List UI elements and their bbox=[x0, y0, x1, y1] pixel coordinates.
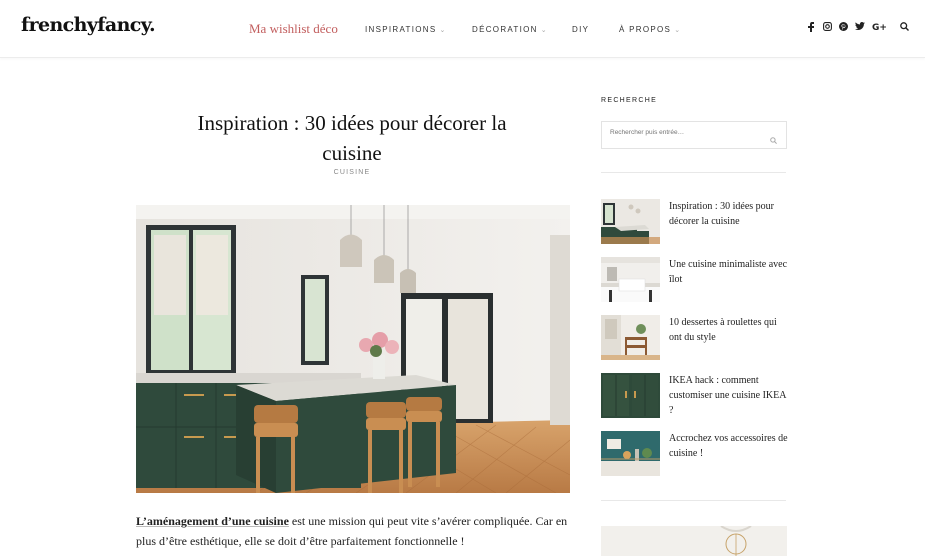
sidebar-divider bbox=[601, 172, 786, 173]
title-line-1: Inspiration : 30 idées pour décorer la bbox=[197, 111, 507, 135]
site-header: frenchyfancy. Ma wishlist déco INSPIRATI… bbox=[0, 0, 925, 58]
post-title[interactable]: Accrochez vos accessoires de cuisine ! bbox=[669, 431, 789, 461]
post-thumbnail[interactable] bbox=[601, 315, 660, 360]
post-thumbnail[interactable] bbox=[601, 373, 660, 418]
nav-label: DIY bbox=[572, 25, 590, 34]
pinterest-icon[interactable] bbox=[839, 22, 848, 31]
post-title[interactable]: Une cuisine minimaliste avec îlot bbox=[669, 257, 789, 287]
post-thumbnail[interactable] bbox=[601, 257, 660, 302]
search-widget-title: RECHERCHE bbox=[601, 97, 658, 104]
post-title[interactable]: Inspiration : 30 idées pour décorer la c… bbox=[669, 199, 789, 229]
nav-item-a-propos[interactable]: À PROPOS ⌄ bbox=[619, 25, 680, 34]
hero-image bbox=[136, 205, 570, 493]
search-icon[interactable] bbox=[770, 131, 777, 149]
twitter-icon[interactable] bbox=[855, 22, 865, 30]
post-title[interactable]: 10 dessertes à roulettes qui ont du styl… bbox=[669, 315, 789, 345]
chevron-down-icon: ⌄ bbox=[540, 27, 547, 34]
article-title: Inspiration : 30 idées pour décorer la c… bbox=[160, 108, 544, 168]
post-thumbnail[interactable] bbox=[601, 199, 660, 244]
sidebar-post[interactable]: Inspiration : 30 idées pour décorer la c… bbox=[601, 199, 787, 245]
sidebar-ad-image[interactable] bbox=[601, 526, 787, 556]
site-logo[interactable]: frenchyfancy. bbox=[21, 14, 156, 36]
sidebar-divider bbox=[601, 500, 786, 501]
sidebar-post[interactable]: Accrochez vos accessoires de cuisine ! bbox=[601, 431, 789, 477]
title-line-2: cuisine bbox=[322, 141, 382, 165]
category-link[interactable]: CUISINE bbox=[160, 169, 544, 176]
post-title[interactable]: IKEA hack : comment customiser une cuisi… bbox=[669, 373, 789, 418]
article-intro: L’aménagement d’une cuisine est une miss… bbox=[136, 511, 570, 551]
search-input[interactable] bbox=[610, 129, 760, 136]
sidebar-post[interactable]: Une cuisine minimaliste avec îlot bbox=[601, 257, 787, 303]
intro-bold-link[interactable]: L’aménagement d’une cuisine bbox=[136, 514, 289, 528]
nav-label: INSPIRATIONS bbox=[365, 25, 437, 34]
nav-item-decoration[interactable]: DÉCORATION ⌄ bbox=[472, 25, 547, 34]
sidebar-post[interactable]: 10 dessertes à roulettes qui ont du styl… bbox=[601, 315, 787, 361]
post-thumbnail[interactable] bbox=[601, 431, 660, 476]
nav-item-inspirations[interactable]: INSPIRATIONS ⌄ bbox=[365, 25, 445, 34]
search-icon[interactable] bbox=[900, 22, 909, 31]
instagram-icon[interactable] bbox=[823, 22, 832, 31]
sidebar-search[interactable] bbox=[601, 121, 787, 149]
nav-wishlist-link[interactable]: Ma wishlist déco bbox=[249, 21, 338, 37]
chevron-down-icon: ⌄ bbox=[439, 27, 446, 34]
chevron-down-icon: ⌄ bbox=[674, 27, 681, 34]
facebook-icon[interactable] bbox=[808, 22, 814, 32]
google-plus-icon[interactable]: G+ bbox=[872, 23, 887, 33]
nav-label: À PROPOS bbox=[619, 25, 672, 34]
nav-label: DÉCORATION bbox=[472, 25, 538, 34]
sidebar-post[interactable]: IKEA hack : comment customiser une cuisi… bbox=[601, 373, 787, 419]
nav-item-diy[interactable]: DIY bbox=[572, 25, 589, 34]
